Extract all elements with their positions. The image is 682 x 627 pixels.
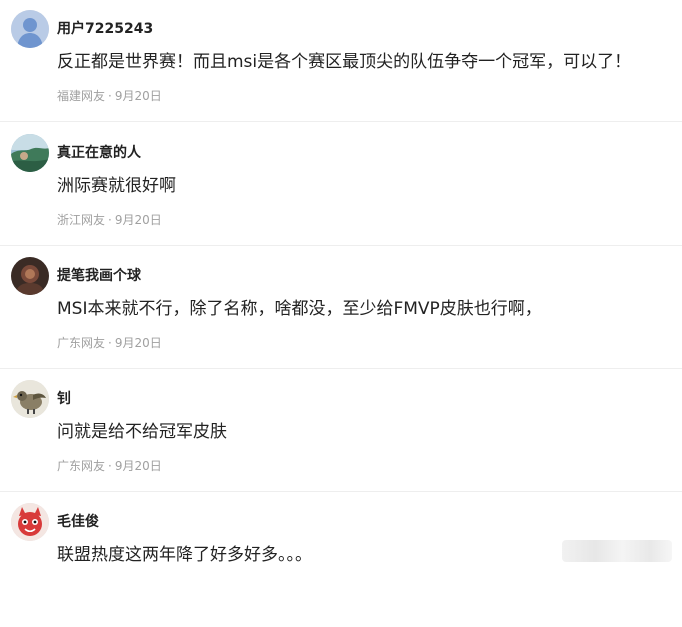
comment-username[interactable]: 真正在意的人 xyxy=(57,142,141,162)
comment-location: 浙江网友 xyxy=(57,213,106,227)
comment-text: 问就是给不给冠军皮肤 xyxy=(57,422,227,442)
comment-divider xyxy=(0,368,682,369)
comment-meta: 浙江网友 · 9月20日 xyxy=(57,211,162,228)
comment-divider xyxy=(0,121,682,122)
comment-text: 反正都是世界赛！而且msi是各个赛区最顶尖的队伍争夺一个冠军，可以了！ xyxy=(57,52,632,72)
meta-separator: · xyxy=(108,213,112,227)
comment-username[interactable]: 提笔我画个球 xyxy=(57,265,141,285)
comment-username[interactable]: 钊 xyxy=(57,388,71,408)
bird-avatar-icon[interactable] xyxy=(11,380,49,418)
comment-date: 9月20日 xyxy=(114,336,162,350)
meta-separator: · xyxy=(108,459,112,473)
comment-meta: 福建网友 · 9月20日 xyxy=(57,87,162,104)
landscape-avatar-icon[interactable] xyxy=(11,134,49,172)
default-user-avatar-icon[interactable] xyxy=(11,10,49,48)
comment-divider xyxy=(0,491,682,492)
comment-item: 毛佳俊 联盟热度这两年降了好多好多。。。 xyxy=(0,503,682,627)
comment-text: MSI本来就不行，除了名称，啥都没，至少给FMVP皮肤也行啊， xyxy=(57,299,542,319)
comment-list: 用户7225243 反正都是世界赛！而且msi是各个赛区最顶尖的队伍争夺一个冠军… xyxy=(0,0,682,577)
dark-photo-avatar-icon[interactable] xyxy=(11,257,49,295)
comment-meta: 广东网友 · 9月20日 xyxy=(57,457,162,474)
meta-separator: · xyxy=(108,336,112,350)
red-cartoon-avatar-icon[interactable] xyxy=(11,503,49,541)
blurred-watermark xyxy=(562,540,672,562)
comment-item: 用户7225243 反正都是世界赛！而且msi是各个赛区最顶尖的队伍争夺一个冠军… xyxy=(0,10,682,134)
comment-divider xyxy=(0,245,682,246)
comment-item: 真正在意的人 洲际赛就很好啊 浙江网友 · 9月20日 xyxy=(0,134,682,258)
meta-separator: · xyxy=(108,89,112,103)
comment-item: 提笔我画个球 MSI本来就不行，除了名称，啥都没，至少给FMVP皮肤也行啊， 广… xyxy=(0,257,682,381)
comment-location: 广东网友 xyxy=(57,336,106,350)
comment-date: 9月20日 xyxy=(114,213,162,227)
comment-text: 洲际赛就很好啊 xyxy=(57,176,176,196)
comment-date: 9月20日 xyxy=(114,459,162,473)
comment-location: 福建网友 xyxy=(57,89,106,103)
comment-text: 联盟热度这两年降了好多好多。。。 xyxy=(57,545,312,565)
comment-meta: 广东网友 · 9月20日 xyxy=(57,334,162,351)
comment-location: 广东网友 xyxy=(57,459,106,473)
comment-username[interactable]: 用户7225243 xyxy=(57,18,153,38)
comment-username[interactable]: 毛佳俊 xyxy=(57,511,99,531)
comment-date: 9月20日 xyxy=(114,89,162,103)
comment-item: 钊 问就是给不给冠军皮肤 广东网友 · 9月20日 xyxy=(0,380,682,504)
